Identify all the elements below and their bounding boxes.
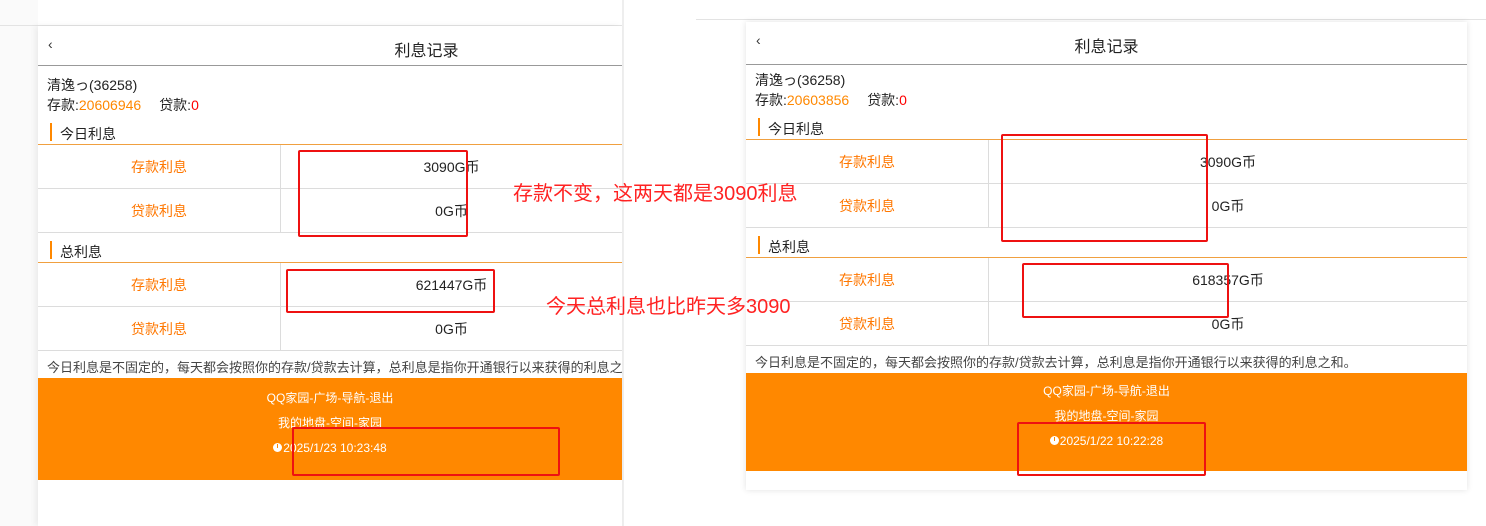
section-title: 总利息	[768, 239, 810, 255]
browser-divider-right	[696, 19, 1486, 20]
highlight-timestamp-left	[292, 427, 560, 476]
deposit-label: 存款:	[47, 97, 79, 113]
section-accent-bar	[758, 236, 760, 254]
total-interest-section: 总利息	[38, 239, 622, 263]
user-name: 清逸っ(36258)	[47, 77, 138, 93]
deposit-value: 20603856	[786, 92, 850, 108]
loan-interest-label: 贷款利息	[38, 188, 281, 233]
section-title: 今日利息	[768, 121, 824, 137]
interest-record-screen-right: ‹ 利息记录 清逸っ(36258) 存款:20603856 贷款:0 今日利息 存…	[746, 22, 1467, 490]
loan-value: 0	[191, 97, 199, 113]
highlight-today-interest-left	[298, 150, 468, 237]
loan-value: 0	[899, 92, 907, 108]
highlight-total-interest-left	[286, 269, 495, 313]
highlight-total-interest-right	[1022, 263, 1229, 318]
footer-nav-links[interactable]: QQ家园-广场-导航-退出	[38, 386, 622, 411]
table-row: 贷款利息 0G币	[38, 306, 622, 351]
interest-notice: 今日利息是不固定的，每天都会按照你的存款/贷款去计算，总利息是指你开通银行以来获…	[47, 360, 622, 375]
section-accent-bar	[50, 241, 52, 259]
page-header: ‹ 利息记录	[38, 26, 622, 66]
highlight-today-interest-right	[1001, 134, 1208, 242]
screenshot-divider	[622, 0, 624, 526]
deposit-interest-label: 存款利息	[38, 145, 281, 189]
page-header: ‹ 利息记录	[746, 22, 1467, 65]
account-summary: 清逸っ(36258) 存款:20606946 贷款:0	[38, 66, 622, 115]
loan-interest-label: 贷款利息	[38, 306, 281, 351]
section-accent-bar	[758, 118, 760, 136]
loan-label: 贷款:	[867, 92, 900, 108]
section-title: 总利息	[60, 244, 102, 260]
balance-line: 存款:20606946 贷款:0	[47, 95, 622, 115]
today-interest-section: 今日利息	[38, 121, 622, 145]
page-title: 利息记录	[394, 43, 459, 60]
deposit-label: 存款:	[755, 92, 787, 108]
annotation-deposit-unchanged: 存款不变，这两天都是3090利息	[513, 183, 798, 205]
loan-label: 贷款:	[159, 97, 192, 113]
section-accent-bar	[50, 123, 52, 141]
deposit-value: 20606946	[78, 97, 142, 113]
account-summary: 清逸っ(36258) 存款:20603856 贷款:0	[746, 65, 1467, 110]
clock-icon	[273, 443, 283, 452]
highlight-timestamp-right	[1017, 422, 1206, 476]
deposit-interest-label: 存款利息	[38, 263, 281, 307]
interest-notice: 今日利息是不固定的，每天都会按照你的存款/贷款去计算，总利息是指你开通银行以来获…	[755, 355, 1357, 370]
footer-nav-links[interactable]: QQ家园-广场-导航-退出	[746, 379, 1467, 404]
section-title: 今日利息	[60, 126, 116, 142]
left-background	[0, 0, 38, 526]
balance-line: 存款:20603856 贷款:0	[755, 90, 1467, 110]
annotation-total-increase: 今天总利息也比昨天多3090	[546, 296, 791, 318]
page-title: 利息记录	[1074, 39, 1139, 56]
user-name: 清逸っ(36258)	[755, 72, 846, 88]
